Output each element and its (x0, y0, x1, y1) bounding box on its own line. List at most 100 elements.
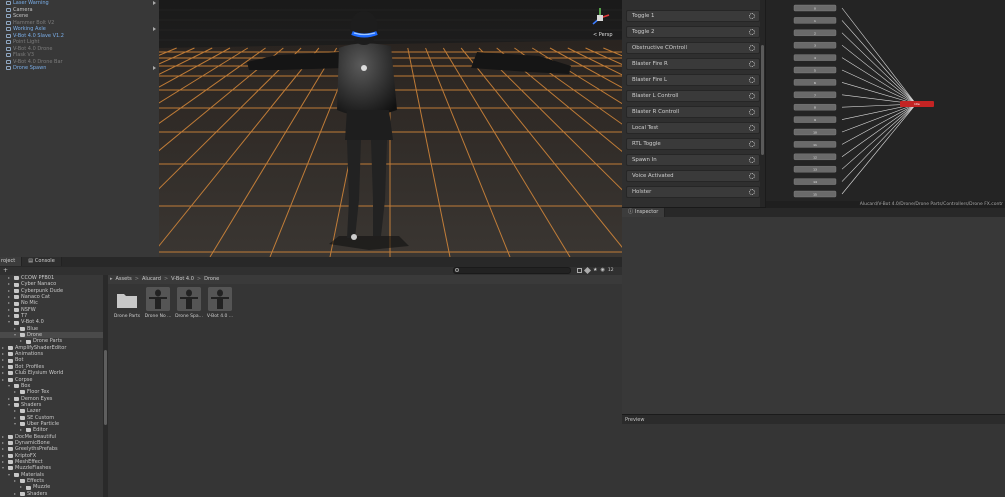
breadcrumb: ▸ Assets > Alucard > V-Bot 4.0 > Drone (108, 275, 622, 284)
parameter-name: Blaster L Controll (632, 93, 679, 99)
toolbar-icons: ★ ◉ 12 (577, 266, 614, 275)
breadcrumb-item[interactable]: Alucard (142, 276, 161, 282)
animator-graph[interactable]: 0 1 2 3 4 5 6 7 8 9 10 11 12 13 14 15 Idle (766, 0, 1005, 207)
folder-label: Shaders (27, 490, 48, 497)
folder-tree-scroll-thumb[interactable] (104, 350, 107, 425)
folder-icon (14, 288, 19, 293)
breadcrumb-item[interactable]: V-Bot 4.0 (171, 276, 194, 282)
parameter-row[interactable]: Toggle 1 (626, 10, 760, 22)
gameobject-icon (6, 53, 11, 58)
gear-icon[interactable] (749, 109, 755, 115)
chevron-down-icon[interactable]: ▾ (14, 421, 18, 427)
asset-label: Drone Parts (113, 314, 141, 319)
asset-folder[interactable]: Drone Parts (113, 287, 141, 319)
asset-model[interactable]: Drone No ... (144, 287, 172, 319)
hierarchy-item[interactable]: Drone Spawn (0, 65, 159, 72)
state-node-label: 7 (814, 93, 816, 97)
model-thumbnail (208, 287, 232, 311)
gear-icon[interactable] (749, 77, 755, 83)
folder-icon (8, 377, 13, 382)
state-node-label: 2 (814, 31, 816, 35)
breadcrumb-item[interactable]: Drone (204, 276, 219, 282)
create-button[interactable]: + (3, 268, 9, 274)
parameter-row[interactable]: RTL Toggle (626, 138, 760, 150)
folder-icon (8, 460, 13, 465)
breadcrumb-item[interactable]: Assets (116, 276, 132, 282)
transition-arrow[interactable] (841, 103, 917, 170)
gear-icon[interactable] (749, 45, 755, 51)
chevron-right-icon[interactable]: ▸ (2, 377, 6, 383)
parameter-row[interactable]: Local Test (626, 122, 760, 134)
breadcrumb-separator: > (196, 276, 202, 282)
chevron-right-icon[interactable]: ▸ (20, 484, 24, 490)
gear-icon[interactable] (749, 141, 755, 147)
transition-arrow[interactable] (841, 103, 917, 182)
tab-console-label: Console (34, 258, 55, 264)
parameter-row[interactable]: Obstructive COntroll (626, 42, 760, 54)
gear-icon[interactable] (749, 29, 755, 35)
gear-icon[interactable] (749, 13, 755, 19)
folder-icon (8, 371, 13, 376)
folder-icon (20, 422, 25, 427)
chevron-down-icon[interactable]: ▾ (8, 402, 12, 408)
folder-icon (14, 295, 19, 300)
gear-icon[interactable] (749, 189, 755, 195)
parameter-row[interactable]: Blaster R Controll (626, 106, 760, 118)
filter-label-icon[interactable] (583, 266, 592, 275)
hierarchy-expand-arrow[interactable] (153, 1, 157, 5)
scene-gizmo[interactable] (589, 6, 611, 30)
hierarchy-expand-arrow[interactable] (153, 66, 157, 70)
eye-icon[interactable]: ◉ (600, 268, 604, 273)
search-input[interactable] (453, 267, 571, 274)
gear-icon[interactable] (749, 173, 755, 179)
parameter-name: Blaster Fire R (632, 61, 668, 67)
gear-icon[interactable] (749, 61, 755, 67)
parameter-row[interactable]: Blaster Fire R (626, 58, 760, 70)
folder-icon (14, 384, 19, 389)
transition-arrow[interactable] (841, 44, 917, 105)
transition-arrow[interactable] (841, 20, 917, 105)
chevron-down-icon[interactable]: ▾ (14, 332, 18, 338)
folder-item[interactable]: ▸ Shaders (0, 491, 103, 497)
parameter-row[interactable]: Spawn In (626, 154, 760, 166)
gear-icon[interactable] (749, 125, 755, 131)
scene-view[interactable]: < Persp (159, 0, 622, 257)
scene-render[interactable] (159, 0, 622, 257)
chevron-right-icon[interactable]: ▸ (14, 389, 18, 395)
filter-type-icon[interactable] (577, 268, 582, 273)
state-node-label: 8 (814, 106, 816, 110)
chevron-down-icon[interactable]: ▾ (2, 465, 6, 471)
parameter-row[interactable]: Holster (626, 186, 760, 198)
chevron-right-icon[interactable]: ▸ (14, 478, 18, 484)
transition-arrow[interactable] (841, 103, 917, 133)
parameters-scrollbar[interactable] (760, 0, 765, 207)
transition-arrow[interactable] (841, 69, 917, 105)
hierarchy-expand-arrow[interactable] (153, 27, 157, 31)
transition-arrow[interactable] (841, 57, 917, 105)
state-node-label: 9 (814, 118, 816, 122)
asset-model[interactable]: V-Bot 4.0 ... (206, 287, 234, 319)
parameter-row[interactable]: Blaster Fire L (626, 74, 760, 86)
parameter-row[interactable]: Toggle 2 (626, 26, 760, 38)
star-icon[interactable]: ★ (593, 268, 597, 273)
chevron-down-icon[interactable]: ▾ (8, 319, 12, 325)
folder-icon (8, 364, 13, 369)
transition-arrow[interactable] (841, 7, 917, 105)
chevron-down-icon[interactable]: ▾ (8, 472, 12, 478)
preview-header[interactable]: Preview (622, 414, 1005, 424)
parameter-row[interactable]: Blaster L Controll (626, 90, 760, 102)
view-mode-label[interactable]: < Persp (593, 32, 613, 38)
chevron-right-icon[interactable]: ▸ (14, 491, 18, 497)
folder-icon (8, 358, 13, 363)
folder-icon (8, 466, 13, 471)
chevron-down-icon[interactable]: ▾ (8, 383, 12, 389)
asset-model[interactable]: Drone Spa... (175, 287, 203, 319)
gear-icon[interactable] (749, 93, 755, 99)
transition-arrow[interactable] (841, 103, 917, 145)
tab-project[interactable]: roject (0, 257, 23, 266)
hidden-count-badge: 12 (607, 268, 614, 273)
inspector-tab[interactable]: ⓘ Inspector (622, 208, 666, 217)
gear-icon[interactable] (749, 157, 755, 163)
tab-console[interactable]: ▤ Console (22, 257, 62, 266)
parameter-row[interactable]: Voice Activated (626, 170, 760, 182)
